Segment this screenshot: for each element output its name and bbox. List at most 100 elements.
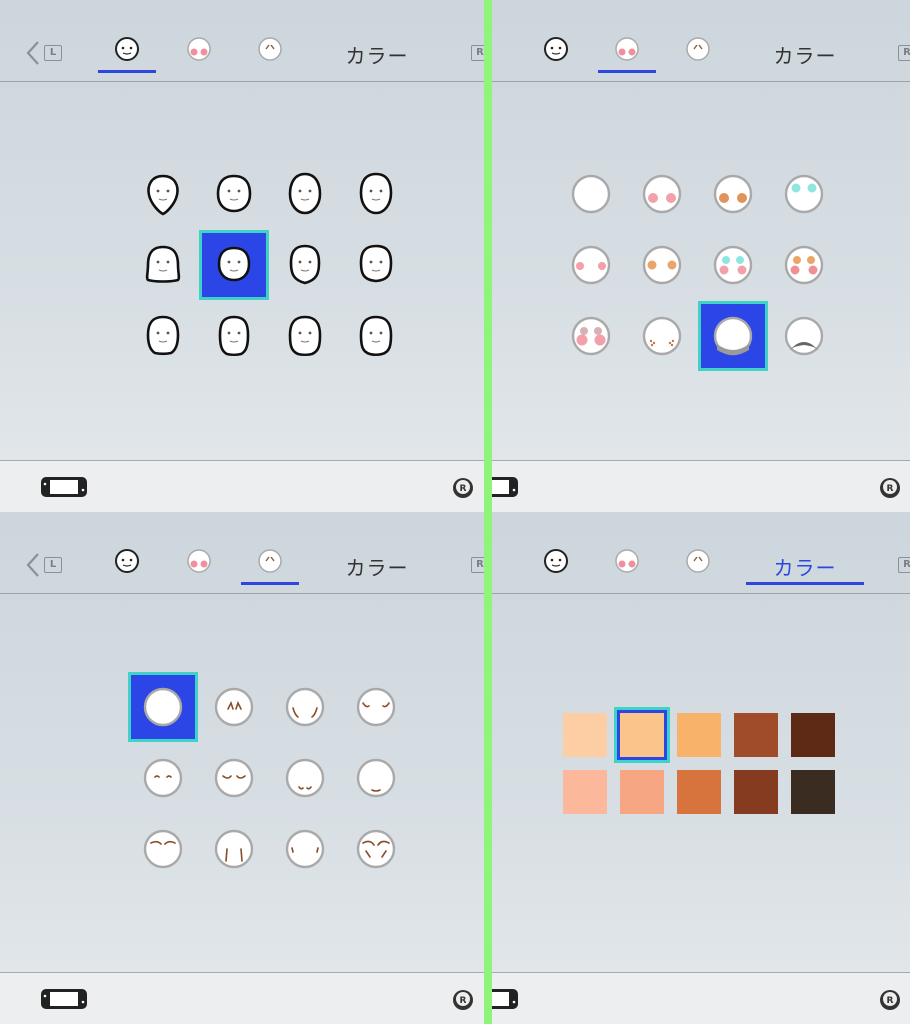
face-shape-icon xyxy=(217,246,251,282)
switch-console-icon xyxy=(41,477,87,497)
wrinkle-option-nasolabial[interactable] xyxy=(202,817,266,881)
makeup-icon xyxy=(571,174,611,214)
skin-color-swatch[interactable] xyxy=(791,770,835,814)
makeup-icon xyxy=(713,174,753,214)
skin-color-swatch[interactable] xyxy=(620,713,664,757)
makeup-option-mustache-shadow[interactable] xyxy=(772,304,836,368)
wrinkle-option-heavy-lines[interactable] xyxy=(344,817,408,881)
makeup-option-none[interactable] xyxy=(559,162,623,226)
tab-face-shape[interactable] xyxy=(527,547,585,585)
bottom-bar: R xyxy=(487,972,910,1024)
svg-text:R: R xyxy=(460,996,467,1006)
switch-console-icon xyxy=(41,989,87,1009)
wrinkle-option-brow-lines[interactable] xyxy=(131,817,195,881)
face-shape-icon xyxy=(359,172,393,215)
wrinkles-icon xyxy=(356,829,396,869)
makeup-option-cyan-eyeshadow[interactable] xyxy=(772,162,836,226)
skin-color-swatch[interactable] xyxy=(620,770,664,814)
skin-color-swatch[interactable] xyxy=(563,770,607,814)
tab-makeup[interactable] xyxy=(170,547,228,585)
makeup-icon xyxy=(571,316,611,356)
face-shape-option-shape-1[interactable] xyxy=(131,162,195,226)
skin-color-swatch[interactable] xyxy=(791,713,835,757)
r-stick-icon: R xyxy=(453,990,473,1010)
l-button-icon: L xyxy=(44,45,62,61)
tab-face-shape[interactable] xyxy=(98,35,156,73)
back-button[interactable]: L xyxy=(22,38,72,68)
wrinkle-option-chin-line[interactable] xyxy=(344,746,408,810)
tab-wrinkles[interactable] xyxy=(241,35,299,73)
split-divider xyxy=(484,0,492,1024)
top-tab-bar: L カラー R xyxy=(0,512,487,594)
face-shape-icon xyxy=(288,172,322,215)
makeup-option-pink-blush[interactable] xyxy=(630,162,694,226)
face-shape-option-shape-9[interactable] xyxy=(131,304,195,368)
r-stick-icon: R xyxy=(880,478,900,498)
wrinkles-icon xyxy=(258,37,282,61)
r-stick-icon: R xyxy=(453,478,473,498)
makeup-icon xyxy=(615,37,639,61)
tab-makeup[interactable] xyxy=(170,35,228,73)
face-shape-option-shape-2[interactable] xyxy=(202,162,266,226)
svg-text:R: R xyxy=(887,484,894,494)
makeup-icon xyxy=(642,174,682,214)
wrinkles-icon xyxy=(356,687,396,727)
tab-color[interactable]: カラー xyxy=(746,552,864,585)
tab-face-shape[interactable] xyxy=(527,35,585,73)
makeup-option-orange-blush[interactable] xyxy=(701,162,765,226)
makeup-option-pink-heavy[interactable] xyxy=(559,304,623,368)
face-shape-option-shape-12[interactable] xyxy=(344,304,408,368)
face-shape-option-shape-3[interactable] xyxy=(273,162,337,226)
tab-makeup[interactable] xyxy=(598,35,656,73)
wrinkles-icon xyxy=(686,549,710,573)
wrinkles-icon xyxy=(686,37,710,61)
panel-wrinkles: L カラー R R xyxy=(0,512,487,1024)
top-tab-bar: カラー R xyxy=(487,0,910,82)
makeup-option-cyan-and-pink[interactable] xyxy=(701,233,765,297)
skin-color-swatch[interactable] xyxy=(734,713,778,757)
wrinkle-option-cheek-lines[interactable] xyxy=(273,675,337,739)
face-shape-option-shape-11[interactable] xyxy=(273,304,337,368)
face-shape-icon xyxy=(115,549,139,573)
wrinkle-option-forehead-lines[interactable] xyxy=(344,675,408,739)
tab-color[interactable]: カラー xyxy=(746,40,864,72)
skin-color-swatch[interactable] xyxy=(563,713,607,757)
tab-face-shape[interactable] xyxy=(98,547,156,585)
svg-text:R: R xyxy=(887,996,894,1006)
tab-wrinkles[interactable] xyxy=(241,547,299,585)
face-shape-icon xyxy=(289,244,321,285)
tab-wrinkles[interactable] xyxy=(669,547,727,585)
face-shape-option-shape-10[interactable] xyxy=(202,304,266,368)
wrinkle-option-mouth-lines[interactable] xyxy=(273,746,337,810)
makeup-icon xyxy=(571,245,611,285)
wrinkle-option-eye-lines[interactable] xyxy=(202,675,266,739)
face-shape-option-shape-4[interactable] xyxy=(344,162,408,226)
back-button[interactable]: L xyxy=(22,550,72,580)
tab-color[interactable]: カラー xyxy=(318,40,436,72)
wrinkle-option-sleepy-lids[interactable] xyxy=(202,746,266,810)
tab-color[interactable]: カラー xyxy=(318,552,436,584)
skin-color-swatch[interactable] xyxy=(677,713,721,757)
tab-wrinkles[interactable] xyxy=(669,35,727,73)
wrinkle-option-cheek-dots[interactable] xyxy=(273,817,337,881)
skin-color-swatch[interactable] xyxy=(734,770,778,814)
face-shape-option-shape-8[interactable] xyxy=(344,233,408,297)
makeup-option-pink-cheeks[interactable] xyxy=(559,233,623,297)
panel-face-shape: L カラー R R xyxy=(0,0,487,512)
wrinkle-option-under-eye-arcs[interactable] xyxy=(131,746,195,810)
face-shape-icon xyxy=(147,174,179,216)
makeup-option-beard-shadow[interactable] xyxy=(701,304,765,368)
wrinkles-icon xyxy=(214,829,254,869)
wrinkle-option-none[interactable] xyxy=(131,675,195,739)
tab-makeup[interactable] xyxy=(598,547,656,585)
face-shape-option-shape-6[interactable] xyxy=(202,233,266,297)
r-stick-icon: R xyxy=(880,990,900,1010)
face-shape-icon xyxy=(115,37,139,61)
makeup-option-orange-and-pink[interactable] xyxy=(772,233,836,297)
makeup-option-orange-cheeks[interactable] xyxy=(630,233,694,297)
face-shape-option-shape-7[interactable] xyxy=(273,233,337,297)
face-shape-option-shape-5[interactable] xyxy=(131,233,195,297)
skin-color-swatch[interactable] xyxy=(677,770,721,814)
makeup-icon xyxy=(713,316,753,356)
makeup-option-freckles[interactable] xyxy=(630,304,694,368)
